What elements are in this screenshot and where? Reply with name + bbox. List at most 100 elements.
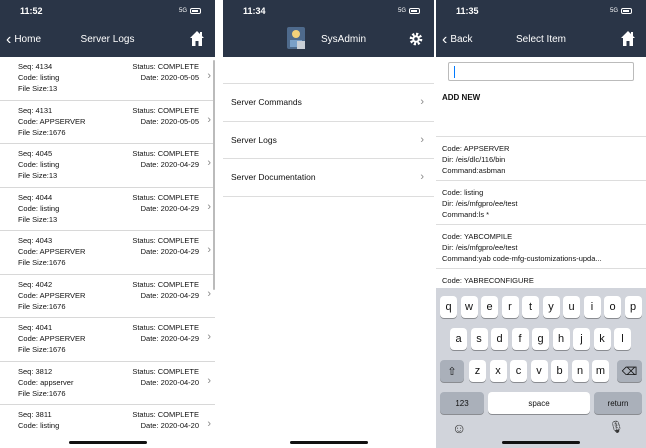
battery-icon (409, 8, 420, 14)
log-row[interactable]: Seq: 4042 Code: APPSERVER File Size:1676 St… (0, 275, 215, 318)
delete-key[interactable]: ⌫ (617, 360, 642, 382)
menu-item-label: Server Documentation (231, 172, 316, 183)
key-w[interactable]: w (460, 296, 478, 318)
menu-list: Server Commands › Server Logs › Server Docum… (223, 83, 434, 197)
key-x[interactable]: x (489, 360, 507, 382)
select-item[interactable]: Code: listing Dir: /eis/mfgpro/ee/test Com… (436, 181, 646, 225)
back-button[interactable]: ‹ Back (436, 30, 473, 48)
select-item-screen: 11:35 5G ‹ Back Select Item ADD NEW Code:… (436, 0, 646, 448)
log-date: Date: 2020-04-29 (140, 203, 199, 213)
select-item[interactable]: Code: YABCOMPILE Dir: /eis/mfgpro/ee/test… (436, 225, 646, 269)
home-icon[interactable] (620, 30, 636, 48)
chevron-right-icon: › (207, 157, 211, 169)
log-status: Status: COMPLETE (132, 149, 199, 158)
log-row[interactable]: Seq: 4131 Code: APPSERVER File Size:1676 St… (0, 101, 215, 144)
shift-icon: ⇧ (447, 365, 457, 378)
chevron-right-icon: › (207, 70, 211, 82)
key-c[interactable]: c (510, 360, 527, 382)
return-key[interactable]: return (594, 392, 642, 414)
space-key[interactable]: space (488, 392, 590, 414)
battery-icon (190, 8, 201, 14)
log-date: Date: 2020-04-20 (140, 377, 199, 387)
log-status: Status: COMPLETE (132, 366, 199, 376)
key-q[interactable]: q (440, 296, 457, 318)
microphone-icon[interactable]: 🎙 (609, 420, 624, 434)
key-s[interactable]: s (470, 328, 488, 350)
item-command: Command:yab code-mfg-customizations-upda… (442, 254, 602, 263)
log-size: File Size:13 (18, 84, 58, 93)
log-date: Date: 2020-04-29 (140, 160, 199, 169)
gear-icon[interactable] (408, 30, 424, 48)
key-g[interactable]: g (532, 328, 549, 350)
key-p[interactable]: p (624, 296, 642, 318)
key-t[interactable]: t (522, 296, 539, 318)
item-dir: Dir: /eis/dlc/116/bin (442, 155, 506, 164)
menu-item[interactable]: Server Logs › (223, 122, 434, 159)
home-indicator (289, 441, 368, 444)
key-y[interactable]: y (542, 296, 560, 318)
search-input[interactable] (448, 62, 634, 81)
status-time: 11:34 (243, 6, 266, 16)
chevron-right-icon: › (207, 374, 211, 387)
log-list: Seq: 4134 Code: listing File Size:13 Status… (0, 57, 215, 448)
log-row[interactable]: Seq: 4134 Code: listing File Size:13 Status… (0, 57, 215, 101)
menu-item[interactable]: Server Commands › (223, 84, 434, 122)
log-status: Status: COMPLETE (132, 410, 199, 419)
chevron-left-icon: ‹ (6, 30, 12, 48)
log-row[interactable]: Seq: 4044 Code: listing File Size:13 Status… (0, 188, 215, 231)
key-m[interactable]: m (592, 360, 609, 382)
status-time: 11:35 (456, 6, 479, 16)
log-status: Status: COMPLETE (132, 105, 199, 115)
home-icon[interactable] (189, 30, 205, 48)
chevron-right-icon: › (420, 133, 424, 146)
key-l[interactable]: l (614, 328, 631, 350)
log-size: File Size:1676 (18, 345, 66, 354)
key-v[interactable]: v (530, 360, 548, 382)
chevron-right-icon: › (420, 171, 424, 184)
key-f[interactable]: f (511, 328, 529, 350)
page-title: SysAdmin (320, 34, 366, 45)
log-row[interactable]: Seq: 4043 Code: APPSERVER File Size:1676 St… (0, 231, 215, 275)
home-indicator (68, 441, 147, 444)
key-j[interactable]: j (573, 328, 590, 350)
numbers-key[interactable]: 123 (440, 392, 484, 414)
three-screens: 11:52 5G ‹ Home Server Logs Seq: 4134 Code… (0, 0, 646, 448)
key-u[interactable]: u (563, 296, 580, 318)
emoji-icon[interactable]: ☺ (452, 420, 466, 436)
key-d[interactable]: d (491, 328, 508, 350)
key-k[interactable]: k (593, 328, 611, 350)
key-e[interactable]: e (481, 296, 498, 318)
select-item[interactable]: Code: APPSERVER Dir: /eis/dlc/116/bin Comm… (436, 137, 646, 181)
key-b[interactable]: b (551, 360, 568, 382)
status-time: 11:52 (20, 6, 43, 16)
shift-key[interactable]: ⇧ (440, 360, 464, 382)
back-button[interactable]: ‹ Home (0, 30, 41, 48)
log-size: File Size:13 (18, 214, 58, 224)
status-bar: 11:52 5G (0, 0, 215, 22)
text-cursor (454, 66, 455, 78)
add-new-button[interactable]: ADD NEW (436, 87, 646, 137)
spacer (223, 57, 434, 83)
key-z[interactable]: z (469, 360, 486, 382)
log-row[interactable]: Seq: 3812 Code: appserver File Size:1676 St… (0, 362, 215, 405)
key-n[interactable]: n (571, 360, 589, 382)
log-size: File Size:1676 (18, 127, 66, 137)
chevron-right-icon: › (207, 113, 211, 126)
log-row[interactable]: Seq: 4041 Code: APPSERVER File Size:1676 St… (0, 318, 215, 362)
signal-icon: 5G (179, 8, 201, 14)
log-status: Status: COMPLETE (132, 279, 199, 289)
key-o[interactable]: o (604, 296, 621, 318)
menu-item[interactable]: Server Documentation › (223, 159, 434, 197)
chevron-right-icon: › (420, 96, 424, 109)
key-i[interactable]: i (583, 296, 601, 318)
key-r[interactable]: r (501, 296, 519, 318)
log-date: Date: 2020-04-29 (140, 290, 199, 300)
item-code: Code: YABCOMPILE (442, 232, 513, 241)
log-row[interactable]: Seq: 4045 Code: listing File Size:13 Status… (0, 144, 215, 188)
chevron-left-icon: ‹ (442, 30, 448, 48)
key-h[interactable]: h (552, 328, 570, 350)
key-a[interactable]: a (450, 328, 467, 350)
keyboard: q w e r t y u i o p a s d f g h j k l ⇧ z x c v b n m ⌫ 123 space retu… (436, 288, 646, 448)
delete-icon: ⌫ (621, 365, 638, 378)
status-bar: 11:34 5G (223, 0, 434, 22)
